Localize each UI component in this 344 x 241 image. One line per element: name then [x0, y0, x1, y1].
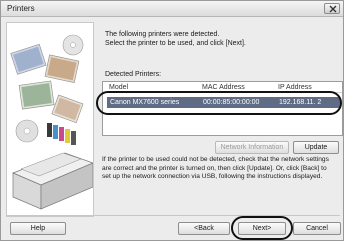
cancel-button[interactable]: Cancel	[293, 222, 341, 235]
column-model[interactable]: Model	[109, 84, 128, 91]
printer-row[interactable]: Canon MX7600 series 00:00:85:00:00:00 19…	[107, 97, 340, 108]
title-bar[interactable]: Printers	[1, 1, 343, 17]
help-line-1: If the printer to be used could not be d…	[102, 156, 329, 163]
intro-line-2: Select the printer to be used, and click…	[105, 39, 246, 47]
printer-graphic-icon	[7, 23, 93, 216]
detected-printers-label: Detected Printers:	[105, 71, 162, 78]
next-button[interactable]: Next>	[238, 222, 286, 235]
close-icon	[329, 5, 337, 13]
list-header: Model MAC Address IP Address	[103, 82, 342, 93]
footer-divider	[6, 215, 340, 216]
update-button[interactable]: Update	[293, 141, 339, 154]
printer-illustration	[6, 22, 94, 217]
intro-text: The following printers were detected. Se…	[105, 31, 335, 48]
help-button[interactable]: Help	[10, 222, 66, 235]
printer-list[interactable]: Model MAC Address IP Address Canon MX760…	[102, 81, 343, 136]
printer-model: Canon MX7600 series	[110, 99, 180, 106]
intro-line-1: The following printers were detected.	[105, 31, 220, 38]
help-line-2: are correct and the printer is turned on…	[102, 164, 327, 172]
network-information-button[interactable]: Network Information	[215, 141, 289, 154]
printer-ip: 192.168.11. 2	[279, 99, 322, 106]
printers-dialog: Printers The following printers were det…	[0, 0, 344, 241]
printer-mac: 00:00:85:00:00:00	[203, 99, 260, 106]
window-title: Printers	[7, 4, 35, 13]
column-ip[interactable]: IP Address	[278, 84, 312, 91]
close-button[interactable]	[324, 3, 340, 14]
back-button[interactable]: <Back	[178, 222, 230, 235]
help-line-3: set up the network connection via USB, f…	[102, 173, 323, 180]
column-mac[interactable]: MAC Address	[202, 84, 245, 91]
help-text: If the printer to be used could not be d…	[102, 156, 344, 182]
